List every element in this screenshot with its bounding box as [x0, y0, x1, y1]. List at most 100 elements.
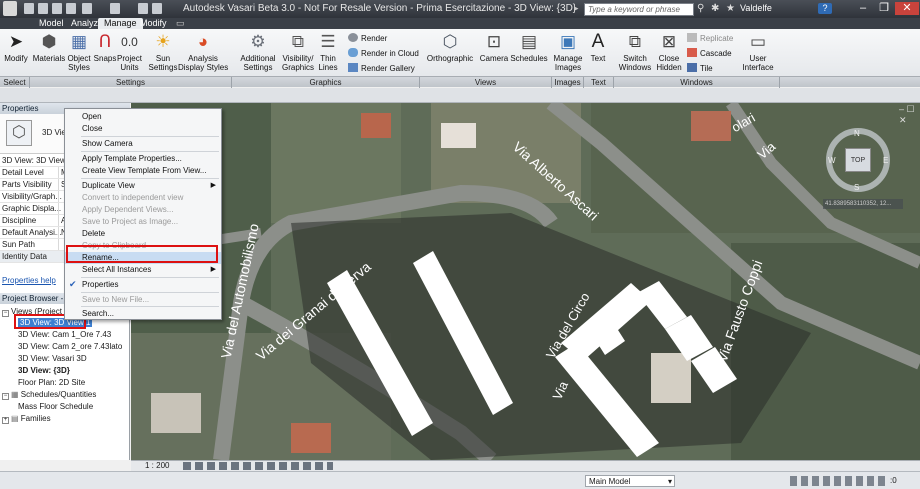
- sun-settings-button[interactable]: ☀ Sun Settings: [148, 29, 178, 77]
- menu-item-close[interactable]: Close: [65, 123, 221, 135]
- undo-icon[interactable]: [52, 3, 62, 14]
- text-button[interactable]: A Text: [586, 29, 610, 77]
- menu-separator: [81, 151, 219, 152]
- tree-item-mass-floor-schedule[interactable]: Mass Floor Schedule: [18, 402, 93, 411]
- menu-item-show-camera[interactable]: Show Camera: [65, 138, 221, 150]
- tree-item-floor-plan[interactable]: Floor Plan: 2D Site: [18, 378, 85, 387]
- print-icon[interactable]: [82, 3, 92, 14]
- expand-icon[interactable]: +: [2, 417, 9, 424]
- property-label: Parts Visibility: [2, 180, 52, 189]
- switch-windows-button[interactable]: ⧉ Switch Windows: [618, 29, 652, 77]
- visibility-graphics-button[interactable]: ⧉ Visibility/ Graphics: [282, 29, 314, 77]
- status-filter-icons[interactable]: [790, 476, 885, 486]
- menu-item-convert-independent: Convert to independent view: [82, 193, 184, 202]
- search-icon[interactable]: ⚲: [697, 3, 707, 14]
- redo-icon[interactable]: [66, 3, 76, 14]
- project-units-button[interactable]: 0.0 Project Units: [116, 29, 143, 77]
- help-icon[interactable]: ?: [818, 3, 832, 14]
- ribbon-options-icon[interactable]: ▭: [170, 18, 191, 29]
- application-menu-button[interactable]: [3, 1, 17, 16]
- measure-icon[interactable]: [110, 3, 120, 14]
- view-control-icons[interactable]: [183, 462, 333, 470]
- search-arrow-icon[interactable]: ▸: [574, 3, 582, 14]
- collapse-icon[interactable]: −: [2, 310, 9, 317]
- close-icon[interactable]: ✕: [895, 2, 919, 15]
- menu-item-duplicate-view[interactable]: Duplicate View ▶: [65, 180, 221, 192]
- view-scale[interactable]: 1 : 200: [145, 461, 169, 471]
- active-workset-dropdown[interactable]: Main Model ▾: [585, 475, 675, 487]
- collapse-icon[interactable]: −: [2, 393, 9, 400]
- menu-item-select-all-instances[interactable]: Select All Instances ▶: [65, 264, 221, 276]
- property-label: Graphic Displa...: [2, 204, 62, 213]
- minimize-icon[interactable]: –: [852, 2, 874, 15]
- menu-item-apply-template[interactable]: Apply Template Properties...: [65, 153, 221, 165]
- images-icon: ▣: [559, 32, 577, 51]
- user-name[interactable]: Valdelfe: [740, 3, 772, 13]
- menu-item-open[interactable]: Open: [65, 111, 221, 123]
- selection-count: :0: [890, 476, 897, 485]
- render-label: Render: [361, 34, 388, 43]
- camera-label: Camera: [479, 54, 509, 63]
- object-styles-icon: ▦: [70, 32, 88, 51]
- replicate-button[interactable]: Replicate: [687, 33, 733, 43]
- render-in-cloud-label: Render in Cloud: [361, 49, 419, 58]
- object-styles-button[interactable]: ▦ Object Styles: [66, 29, 92, 77]
- schedules-button[interactable]: ▤ Schedules: [510, 29, 548, 77]
- panel-select[interactable]: Select: [0, 77, 30, 88]
- user-interface-button[interactable]: ▭ User Interface: [738, 29, 778, 77]
- communication-icon[interactable]: ✱: [711, 3, 721, 14]
- modify-button[interactable]: ➤ Modify: [2, 29, 30, 77]
- menu-separator: [81, 277, 219, 278]
- favorites-icon[interactable]: ★: [726, 3, 736, 14]
- compass-w: W: [828, 156, 836, 165]
- viewcube-top[interactable]: TOP: [845, 148, 871, 172]
- tab-modify[interactable]: Modify: [134, 18, 173, 29]
- menu-item-create-template[interactable]: Create View Template From View...: [65, 165, 221, 177]
- additional-settings-button[interactable]: ⚙ Additional Settings: [238, 29, 278, 77]
- restore-icon[interactable]: ❐: [873, 2, 895, 15]
- text-a-icon: A: [591, 31, 605, 52]
- customize-qat-icon[interactable]: [152, 3, 162, 14]
- close-hidden-button[interactable]: ⊠ Close Hidden: [654, 29, 684, 77]
- default-3d-view-icon[interactable]: [138, 3, 148, 14]
- window-title: Autodesk Vasari Beta 3.0 - Not For Resal…: [183, 3, 577, 14]
- menu-item-properties[interactable]: ✔ Properties: [65, 279, 221, 291]
- tree-item-cam-1[interactable]: 3D View: Cam 1_Ore 7.43: [18, 330, 111, 339]
- tree-item-vasari-3d[interactable]: 3D View: Vasari 3D: [18, 354, 87, 363]
- viewport-window-controls[interactable]: – ☐ ✕: [899, 104, 920, 126]
- tile-button[interactable]: Tile: [687, 63, 713, 73]
- save-icon[interactable]: [38, 3, 48, 14]
- submenu-arrow-icon: ▶: [210, 266, 216, 273]
- ribbon-panel-bar: Select Settings Graphics Views Images Te…: [0, 76, 920, 88]
- open-icon[interactable]: [24, 3, 34, 14]
- menu-item-delete[interactable]: Delete: [65, 228, 221, 240]
- camera-button[interactable]: ⊡ Camera: [478, 29, 510, 77]
- units-icon: 0.0: [121, 35, 138, 49]
- help-search-input[interactable]: Type a keyword or phrase: [584, 3, 694, 16]
- tree-label: Families: [20, 414, 51, 423]
- materials-button[interactable]: ⬢ Materials: [32, 29, 66, 77]
- tree-item-cam-2[interactable]: 3D View: Cam 2_ore 7.43lato: [18, 342, 122, 351]
- thin-lines-button[interactable]: ☰ Thin Lines: [316, 29, 340, 77]
- status-bar: Main Model ▾ :0: [0, 471, 920, 489]
- orthographic-button[interactable]: ⬡ Orthographic: [424, 29, 476, 77]
- 3d-viewport[interactable]: Via Alberto Ascari Via dei Granai di Ner…: [131, 103, 920, 460]
- snaps-button[interactable]: Ո Snaps: [93, 29, 117, 77]
- cascade-button[interactable]: Cascade: [687, 48, 732, 58]
- settings-icon: ⚙: [250, 32, 266, 51]
- schedule-folder-icon: ▦: [11, 390, 21, 399]
- analysis-display-styles-button[interactable]: ◕ Analysis Display Styles: [178, 29, 228, 77]
- tree-schedules[interactable]: − ▦ Schedules/Quantities: [2, 390, 96, 400]
- property-label: Discipline: [2, 216, 37, 225]
- manage-images-button[interactable]: ▣ Manage Images: [553, 29, 583, 77]
- render-button[interactable]: Render: [348, 33, 387, 43]
- properties-help-link[interactable]: Properties help: [2, 276, 56, 285]
- render-gallery-button[interactable]: Render Gallery: [348, 63, 415, 73]
- teapot-icon: [348, 33, 358, 42]
- color-wheel-icon: ◕: [197, 32, 209, 51]
- menu-item-search[interactable]: Search...: [65, 308, 221, 320]
- tree-item-3d-current[interactable]: 3D View: {3D}: [18, 366, 70, 375]
- render-in-cloud-button[interactable]: Render in Cloud: [348, 48, 419, 58]
- tree-families[interactable]: + ▤ Families: [2, 414, 51, 424]
- 3d-view-type-icon: ⬡: [6, 120, 32, 146]
